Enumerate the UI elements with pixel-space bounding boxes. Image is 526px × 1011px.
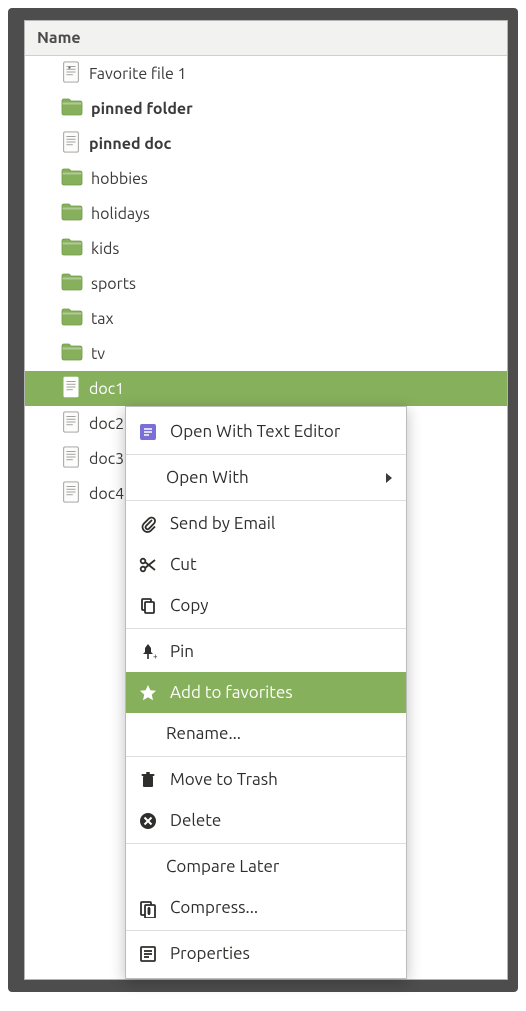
file-row-tv[interactable]: tv xyxy=(25,336,507,371)
menu-item-label: Properties xyxy=(170,944,392,963)
pin-icon: + xyxy=(138,642,158,662)
menu-item-label: Open With xyxy=(166,468,374,487)
file-row-sports[interactable]: sports xyxy=(25,266,507,301)
file-row-label: pinned doc xyxy=(89,135,171,153)
menu-separator xyxy=(126,843,406,844)
folder-icon xyxy=(61,98,83,116)
menu-item-properties[interactable]: Properties xyxy=(126,933,406,974)
menu-item-label: Pin xyxy=(170,642,392,661)
column-header-label: Name xyxy=(37,29,81,47)
file-row-label: kids xyxy=(91,240,119,258)
menu-separator xyxy=(126,930,406,931)
menu-item-label: Add to favorites xyxy=(170,683,392,702)
menu-item-label: Delete xyxy=(170,811,392,830)
file-row-kids[interactable]: kids xyxy=(25,231,507,266)
file-row-label: doc2 xyxy=(89,415,124,433)
file-row-tax[interactable]: tax xyxy=(25,301,507,336)
folder-icon xyxy=(61,308,83,326)
folder-icon xyxy=(61,343,83,361)
delete-icon xyxy=(138,811,158,831)
menu-item-open-with-text-editor[interactable]: Open With Text Editor xyxy=(126,411,406,452)
file-row-label: doc4 xyxy=(89,485,124,503)
folder-icon xyxy=(61,273,83,291)
file-row-label: Favorite file 1 xyxy=(89,65,187,83)
menu-separator xyxy=(126,500,406,501)
document-icon xyxy=(61,411,81,433)
document-icon xyxy=(61,376,81,398)
menu-item-move-to-trash[interactable]: Move to Trash xyxy=(126,759,406,800)
paperclip-icon xyxy=(138,514,158,534)
menu-item-compare-later[interactable]: Compare Later xyxy=(126,846,406,887)
file-row-doc1[interactable]: doc1 xyxy=(25,371,507,406)
file-row-label: tax xyxy=(91,310,114,328)
menu-item-open-with[interactable]: Open With xyxy=(126,457,406,498)
menu-item-label: Open With Text Editor xyxy=(170,422,392,441)
file-row-hobbies[interactable]: hobbies xyxy=(25,161,507,196)
menu-item-delete[interactable]: Delete xyxy=(126,800,406,841)
menu-item-label: Rename... xyxy=(166,724,392,743)
menu-item-label: Compress... xyxy=(170,898,392,917)
compress-icon xyxy=(138,898,158,918)
menu-item-label: Cut xyxy=(170,555,392,574)
properties-icon xyxy=(138,944,158,964)
text-editor-icon xyxy=(138,422,158,442)
file-row-label: doc1 xyxy=(89,380,124,398)
folder-icon xyxy=(61,203,83,221)
menu-separator xyxy=(126,628,406,629)
copy-icon xyxy=(138,596,158,616)
menu-separator xyxy=(126,756,406,757)
svg-text:+: + xyxy=(153,652,158,661)
document-icon xyxy=(61,481,81,503)
file-row-label: doc3 xyxy=(89,450,124,468)
menu-item-label: Compare Later xyxy=(166,857,392,876)
stage: Name Favorite file 1 pinned folder pinne… xyxy=(0,0,526,1011)
file-row-holidays[interactable]: holidays xyxy=(25,196,507,231)
menu-item-label: Copy xyxy=(170,596,392,615)
menu-item-label: Send by Email xyxy=(170,514,392,533)
menu-item-pin[interactable]: + Pin xyxy=(126,631,406,672)
file-row-label: hobbies xyxy=(91,170,148,188)
file-row-label: holidays xyxy=(91,205,150,223)
menu-item-rename[interactable]: Rename... xyxy=(126,713,406,754)
file-row-label: tv xyxy=(91,345,105,363)
star-icon xyxy=(138,683,158,703)
document-icon xyxy=(61,61,81,83)
file-row-label: pinned folder xyxy=(91,100,193,118)
column-header-name[interactable]: Name xyxy=(25,21,507,56)
menu-item-label: Move to Trash xyxy=(170,770,392,789)
folder-icon xyxy=(61,168,83,186)
document-icon xyxy=(61,131,81,153)
menu-item-compress[interactable]: Compress... xyxy=(126,887,406,928)
menu-separator xyxy=(126,454,406,455)
file-row-pinned-folder[interactable]: pinned folder xyxy=(25,91,507,126)
submenu-arrow-icon xyxy=(386,473,392,483)
file-row-pinned-doc[interactable]: pinned doc xyxy=(25,126,507,161)
scissors-icon xyxy=(138,555,158,575)
file-row-favorite-file-1[interactable]: Favorite file 1 xyxy=(25,56,507,91)
document-icon xyxy=(61,446,81,468)
menu-item-cut[interactable]: Cut xyxy=(126,544,406,585)
menu-item-copy[interactable]: Copy xyxy=(126,585,406,626)
menu-item-send-by-email[interactable]: Send by Email xyxy=(126,503,406,544)
trash-icon xyxy=(138,770,158,790)
menu-item-add-to-favorites[interactable]: Add to favorites xyxy=(126,672,406,713)
folder-icon xyxy=(61,238,83,256)
file-row-label: sports xyxy=(91,275,136,293)
context-menu: Open With Text Editor Open With Send by Em… xyxy=(125,406,407,979)
